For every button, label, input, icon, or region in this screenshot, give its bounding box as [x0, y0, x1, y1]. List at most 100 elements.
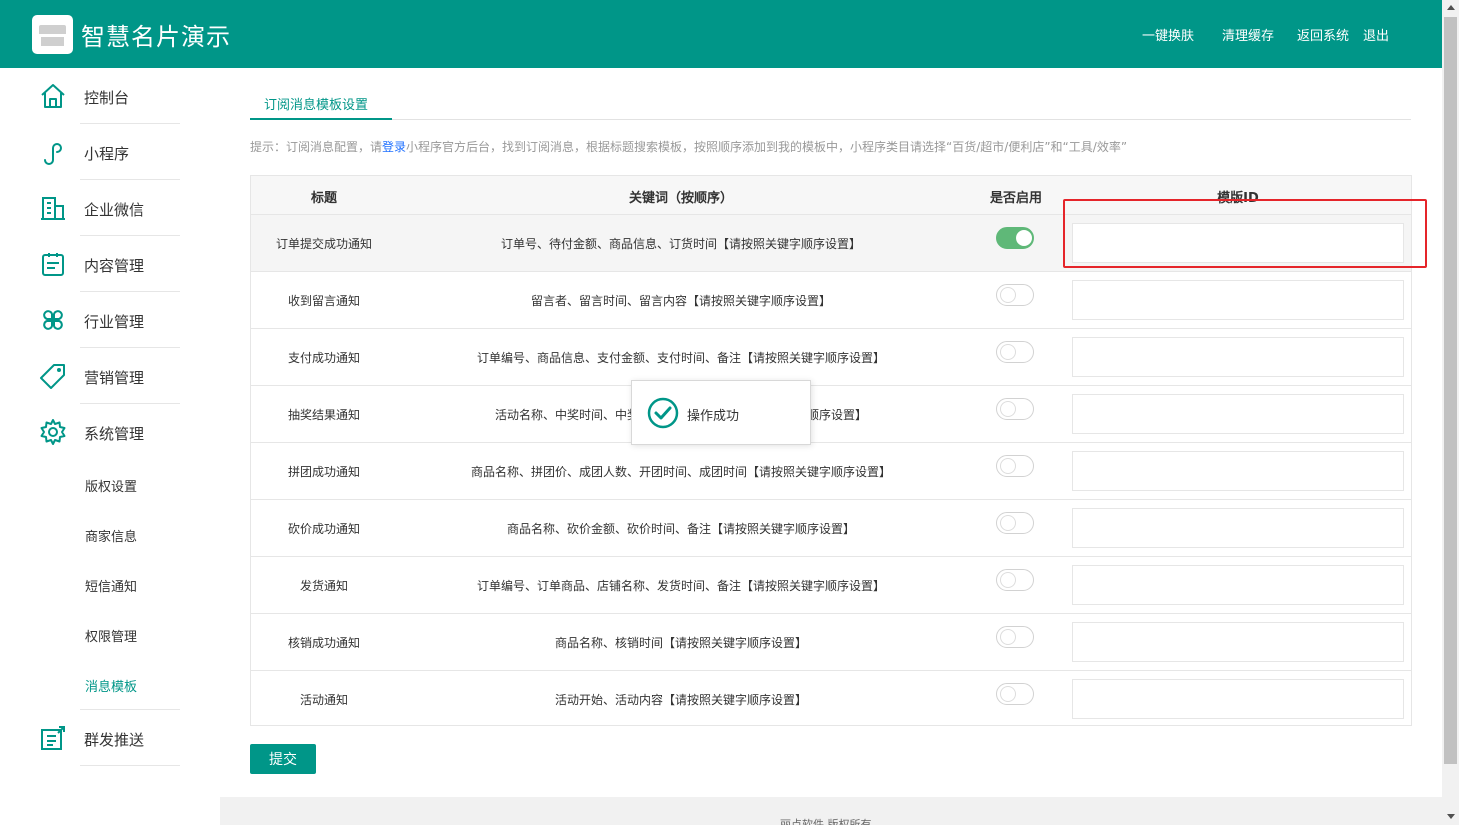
return-system-link[interactable]: 返回系统	[1297, 25, 1349, 44]
sidebar-item-label: 行业管理	[84, 313, 145, 331]
enable-toggle[interactable]	[996, 455, 1034, 477]
sidebar-item-label: 系统管理	[84, 425, 145, 443]
sidebar-subitem-message-template[interactable]: 消息模板	[0, 660, 220, 710]
enable-toggle[interactable]	[996, 512, 1034, 534]
tab-subscription-template[interactable]: 订阅消息模板设置	[250, 90, 392, 120]
logout-link[interactable]: 退出	[1363, 25, 1389, 44]
row-keywords: 订单编号、商品信息、支付金额、支付时间、备注【请按照关键字顺序设置】	[476, 351, 886, 365]
sidebar-item-label: 内容管理	[84, 257, 145, 275]
row-title: 订单提交成功通知	[275, 237, 373, 251]
row-title: 活动通知	[299, 693, 349, 707]
column-header-title: 标题	[310, 191, 338, 206]
row-keywords: 订单号、待付金额、商品信息、订货时间【请按照关键字顺序设置】	[500, 237, 862, 251]
app-title: 智慧名片演示	[81, 23, 231, 51]
template-id-input[interactable]	[1072, 565, 1404, 605]
template-id-input[interactable]	[1072, 451, 1404, 491]
gear-icon	[40, 419, 66, 445]
row-title: 拼团成功通知	[287, 465, 361, 479]
column-header-template-id: 模版ID	[1217, 191, 1259, 206]
broadcast-icon	[41, 726, 65, 750]
template-id-input[interactable]	[1072, 679, 1404, 719]
enable-toggle[interactable]	[996, 626, 1034, 648]
login-link[interactable]: 登录	[382, 140, 406, 154]
template-id-input[interactable]	[1072, 280, 1404, 320]
sidebar-subitem-label: 消息模板	[85, 680, 138, 695]
row-keywords: 留言者、留言时间、留言内容【请按照关键字顺序设置】	[530, 294, 832, 308]
row-title: 抽奖结果通知	[287, 408, 361, 422]
row-keywords: 活动开始、活动内容【请按照关键字顺序设置】	[554, 693, 808, 707]
column-header-enabled: 是否启用	[989, 191, 1043, 206]
submit-button[interactable]: 提交	[250, 744, 316, 774]
enable-toggle[interactable]	[996, 683, 1034, 705]
building-icon	[41, 197, 65, 220]
template-id-input[interactable]	[1072, 622, 1404, 662]
template-id-input[interactable]	[1072, 223, 1404, 263]
row-keywords: 订单编号、订单商品、店铺名称、发货时间、备注【请按照关键字顺序设置】	[476, 579, 886, 593]
main-content: 订阅消息模板设置 提示：订阅消息配置，请登录小程序官方后台，找到订阅消息，根据标…	[220, 68, 1442, 797]
row-title: 支付成功通知	[287, 351, 361, 365]
tag-icon	[40, 364, 65, 389]
row-keywords: 商品名称、砍价金额、砍价时间、备注【请按照关键字顺序设置】	[506, 522, 856, 536]
template-table: 标题 关键词（按顺序） 是否启用 模版ID 订单提交成功通知 订单号、待付金额、商…	[250, 175, 1412, 726]
column-header-keywords: 关键词（按顺序）	[628, 191, 734, 206]
table-row: 发货通知 订单编号、订单商品、店铺名称、发货时间、备注【请按照关键字顺序设置】	[251, 556, 1411, 613]
template-id-input[interactable]	[1072, 394, 1404, 434]
tab-bar: 订阅消息模板设置	[250, 90, 1411, 120]
table-row: 抽奖结果通知活动名称、中奖时间、中奖奖品、温馨提示【请按照关键字顺序设置】	[251, 385, 1411, 442]
clipboard-icon	[42, 253, 64, 276]
enable-toggle[interactable]	[996, 341, 1034, 363]
table-row: 支付成功通知 订单编号、商品信息、支付金额、支付时间、备注【请按照关键字顺序设置】	[251, 328, 1411, 385]
sidebar-item-enterprise-wechat[interactable]: 企业微信	[0, 180, 220, 236]
toast-message: 操作成功	[687, 409, 740, 424]
sidebar-item-label: 企业微信	[84, 201, 145, 219]
table-row: 砍价成功通知 商品名称、砍价金额、砍价时间、备注【请按照关键字顺序设置】	[251, 499, 1411, 556]
enable-toggle[interactable]	[996, 227, 1034, 249]
tip-text: 提示：订阅消息配置，请登录小程序官方后台，找到订阅消息，根据标题搜索模板，按照顺…	[250, 138, 1127, 155]
template-id-input[interactable]	[1072, 337, 1404, 377]
sidebar-subitem-copyright[interactable]: 版权设置	[0, 460, 220, 510]
success-toast: 操作成功	[631, 380, 811, 445]
row-title: 砍价成功通知	[287, 522, 361, 536]
row-keywords: 商品名称、核销时间【请按照关键字顺序设置】	[554, 636, 808, 650]
clear-cache-link[interactable]: 清理缓存	[1222, 25, 1274, 44]
footer-text: 丽点软件 版权所有	[780, 818, 872, 825]
sidebar-item-system[interactable]: 系统管理	[0, 404, 220, 460]
clover-icon	[43, 310, 63, 330]
scroll-down-arrow-icon[interactable]	[1447, 814, 1455, 819]
table-row: 订单提交成功通知 订单号、待付金额、商品信息、订货时间【请按照关键字顺序设置】	[251, 214, 1411, 271]
table-row: 拼团成功通知 商品名称、拼团价、成团人数、开团时间、成团时间【请按照关键字顺序设置…	[251, 442, 1411, 499]
sidebar-item-industry[interactable]: 行业管理	[0, 292, 220, 348]
sidebar-item-broadcast[interactable]: 群发推送	[0, 710, 220, 766]
sidebar-subitem-sms[interactable]: 短信通知	[0, 560, 220, 610]
sidebar-subitem-label: 版权设置	[85, 480, 138, 495]
scroll-thumb[interactable]	[1444, 17, 1457, 764]
home-icon	[41, 84, 65, 108]
sidebar-subitem-label: 商家信息	[85, 530, 138, 545]
sidebar-item-label: 营销管理	[84, 369, 145, 387]
tip-prefix: 提示：订阅消息配置，请	[250, 140, 383, 154]
sidebar-subitem-label: 权限管理	[85, 630, 138, 645]
sidebar-subitem-merchant-info[interactable]: 商家信息	[0, 510, 220, 560]
enable-toggle[interactable]	[996, 284, 1034, 306]
page-scrollbar[interactable]	[1442, 0, 1459, 825]
success-check-icon	[647, 397, 679, 429]
sidebar-item-label: 控制台	[84, 89, 130, 107]
template-id-input[interactable]	[1072, 508, 1404, 548]
top-header: 智慧名片演示 一键换肤 清理缓存 返回系统 退出	[0, 0, 1442, 68]
sidebar-subitem-permissions[interactable]: 权限管理	[0, 610, 220, 660]
switch-skin-link[interactable]: 一键换肤	[1142, 25, 1194, 44]
sidebar-item-dashboard[interactable]: 控制台	[0, 68, 220, 124]
enable-toggle[interactable]	[996, 569, 1034, 591]
enable-toggle[interactable]	[996, 398, 1034, 420]
table-header: 标题 关键词（按顺序） 是否启用 模版ID	[251, 176, 1411, 214]
sidebar-item-mini-program[interactable]: 小程序	[0, 124, 220, 180]
row-title: 收到留言通知	[287, 294, 361, 308]
sidebar-item-content[interactable]: 内容管理	[0, 236, 220, 292]
row-keywords: 商品名称、拼团价、成团人数、开团时间、成团时间【请按照关键字顺序设置】	[470, 465, 892, 479]
mini-program-icon	[44, 143, 62, 165]
table-row: 活动通知 活动开始、活动内容【请按照关键字顺序设置】	[251, 670, 1411, 727]
sidebar-item-marketing[interactable]: 营销管理	[0, 348, 220, 404]
scroll-up-arrow-icon[interactable]	[1447, 5, 1455, 10]
row-title: 核销成功通知	[287, 636, 361, 650]
sidebar-item-label: 小程序	[84, 145, 130, 163]
